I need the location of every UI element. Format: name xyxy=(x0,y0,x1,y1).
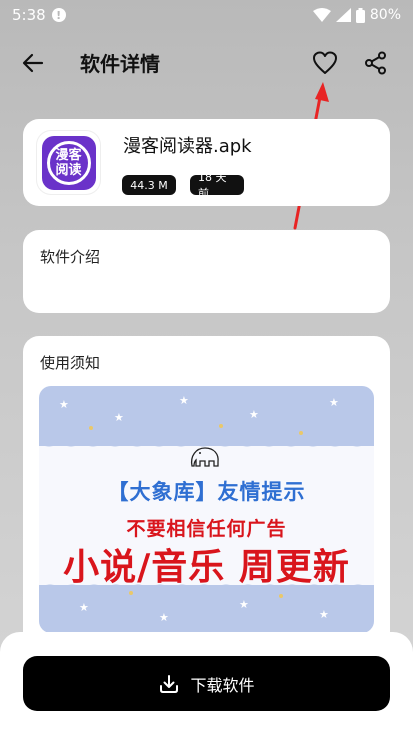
banner-top-decoration xyxy=(39,386,374,456)
share-icon[interactable] xyxy=(363,50,389,76)
updated-badge: 18 天前 xyxy=(190,171,244,200)
star-icon: ★ xyxy=(239,598,249,611)
app-name: 漫客阅读器.apk xyxy=(123,136,252,157)
status-bar: 5:38 ! 80% xyxy=(0,0,413,30)
banner-main-text: 小说/音乐 周更新 xyxy=(63,547,350,588)
star-icon: ★ xyxy=(59,398,69,411)
star-icon: ★ xyxy=(79,601,89,614)
confetti-dot xyxy=(89,426,93,430)
page-title: 软件详情 xyxy=(80,52,160,76)
notice-banner: ★ ★ ★ ★ ★ ★ ★ ★ ★ 【大象库】友情提示 不要相信任何广告 小说/… xyxy=(39,386,374,633)
download-icon xyxy=(160,674,179,693)
star-icon: ★ xyxy=(249,408,259,421)
star-icon: ★ xyxy=(114,411,124,424)
banner-subheading: 不要相信任何广告 xyxy=(126,518,287,540)
signal-icon xyxy=(335,8,351,22)
battery-icon xyxy=(355,7,365,23)
star-icon: ★ xyxy=(159,611,169,624)
status-right: 80% xyxy=(312,7,401,23)
notice-card: 使用须知 ★ ★ ★ ★ ★ ★ ★ ★ ★ 【大象库】友情提示 不要相信任何广… xyxy=(23,336,390,656)
confetti-dot xyxy=(219,424,223,428)
back-arrow-icon[interactable] xyxy=(20,50,46,76)
app-bar: 软件详情 xyxy=(0,40,413,84)
star-icon: ★ xyxy=(329,396,339,409)
app-logo: 漫客 阅读 xyxy=(41,135,96,190)
intro-card: 软件介绍 xyxy=(23,230,390,313)
banner-heading: 【大象库】友情提示 xyxy=(107,480,306,504)
size-badge: 44.3 M xyxy=(122,175,176,195)
confetti-dot xyxy=(299,431,303,435)
download-label: 下载软件 xyxy=(190,675,255,695)
app-info-card: 漫客 阅读 漫客阅读器.apk 44.3 M 18 天前 xyxy=(23,119,390,206)
app-logo-mark: 漫客 阅读 xyxy=(46,140,91,185)
star-icon: ★ xyxy=(179,394,189,407)
download-button[interactable]: 下载软件 xyxy=(23,656,390,711)
confetti-dot xyxy=(129,591,133,595)
intro-label: 软件介绍 xyxy=(40,248,101,266)
status-time: 5:38 xyxy=(12,6,46,24)
app-logo-text-2: 阅读 xyxy=(55,162,82,178)
confetti-dot xyxy=(279,594,283,598)
alert-icon: ! xyxy=(51,8,66,22)
battery-level: 80% xyxy=(369,7,401,23)
elephant-logo xyxy=(190,447,219,467)
app-icon: 漫客 阅读 xyxy=(37,131,100,194)
heart-icon[interactable] xyxy=(311,49,339,77)
wifi-icon xyxy=(312,8,331,22)
star-icon: ★ xyxy=(319,608,329,621)
status-left: 5:38 ! xyxy=(12,6,66,24)
notice-label: 使用须知 xyxy=(40,354,101,372)
app-logo-text-1: 漫客 xyxy=(55,147,82,163)
